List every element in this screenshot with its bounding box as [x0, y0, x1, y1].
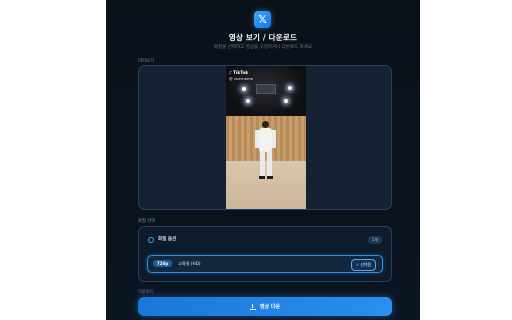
dancer-arm [272, 130, 276, 148]
quality-options-label: 화질 옵션 [158, 237, 177, 242]
option-count-badge: 1개 [367, 236, 382, 244]
settings-circle-icon [148, 237, 154, 243]
dancer-head [262, 121, 269, 128]
preview-label: 미리보기 [138, 59, 154, 64]
download-icon [249, 303, 256, 310]
page-title: 영상 보기 / 다운로드 [228, 33, 298, 42]
quality-selector: 화질 옵션 1개 720p 고화질 (HD) ✓ 선택됨 [138, 226, 392, 282]
preview-container: ♪ TikTok @ username [138, 65, 392, 210]
dancer-body [259, 128, 272, 152]
video-floor [226, 161, 306, 209]
quality-option-720p[interactable]: 720p 고화질 (HD) ✓ 선택됨 [147, 255, 383, 273]
page-subtitle: 화질을 선택하고 영상을 구경하거나 다운로드 하세요 [213, 45, 313, 50]
resolution-label: 고화질 (HD) [178, 261, 201, 266]
x-logo-icon: 𝕏 [254, 11, 271, 28]
resolution-badge: 720p [153, 260, 173, 267]
download-button[interactable]: 영상 다운 [138, 297, 392, 316]
dancer-shoe [259, 176, 265, 179]
selected-indicator: ✓ 선택됨 [351, 259, 376, 271]
ceiling-unit [256, 84, 276, 94]
dancer-shoe [267, 176, 273, 179]
tiktok-username: @ username [229, 76, 253, 81]
ceiling-light [284, 99, 288, 103]
dancer-leg [267, 151, 272, 176]
dancer-leg [260, 151, 265, 176]
tiktok-badge: ♪ TikTok [229, 70, 249, 75]
video-player[interactable]: ♪ TikTok @ username [226, 66, 306, 209]
ceiling-light [288, 86, 292, 90]
ceiling-light [242, 87, 246, 91]
ceiling-light [246, 99, 250, 103]
quality-label: 화질 선택 [138, 219, 156, 224]
download-label: 다운로드 [138, 290, 154, 295]
download-button-label: 영상 다운 [259, 304, 281, 310]
download-panel: 𝕏 영상 보기 / 다운로드 화질을 선택하고 영상을 구경하거나 다운로드 하… [106, 0, 420, 320]
